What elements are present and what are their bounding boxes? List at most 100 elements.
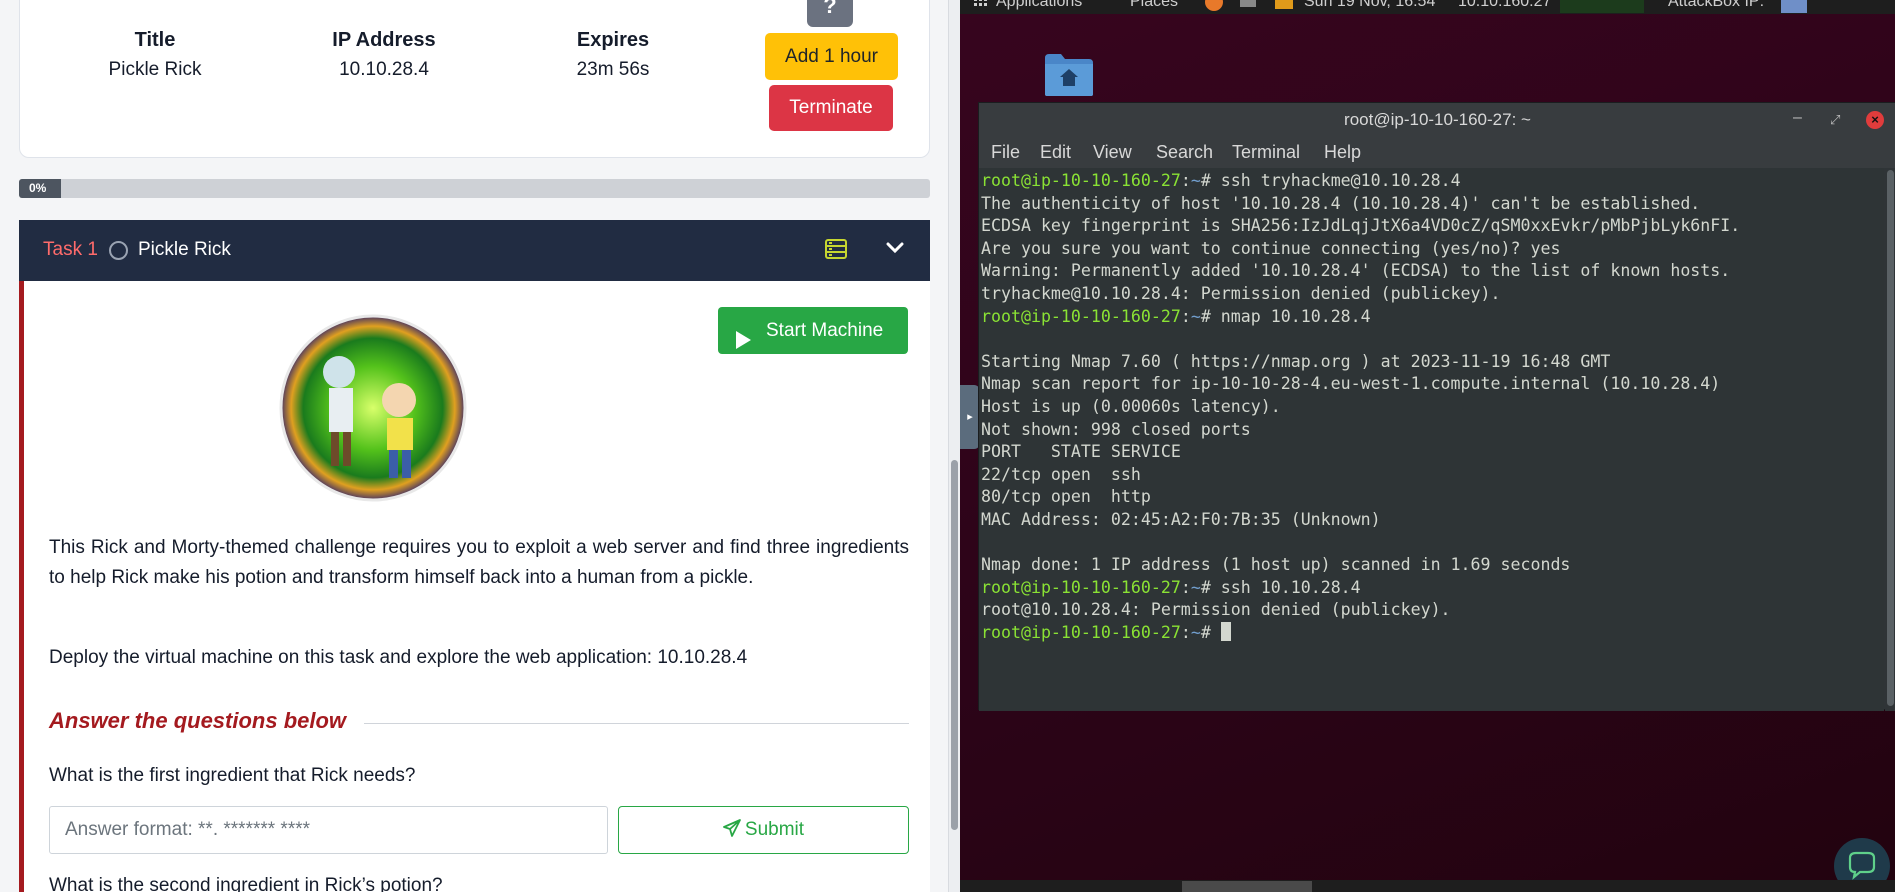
- machine-expires-col: Expires 23m 56s: [513, 29, 713, 81]
- desktop-top-panel: Applications Places Sun 19 Nov, 16:54 10…: [960, 0, 1895, 14]
- add-hour-button[interactable]: Add 1 hour: [765, 33, 898, 80]
- play-icon: [734, 321, 752, 368]
- task-number: Task 1: [43, 239, 98, 260]
- room-avatar-image: [279, 314, 467, 502]
- terminal-output-text: Warning: Permanently added '10.10.28.4' …: [981, 261, 1731, 281]
- expires-value: 23m 56s: [576, 59, 650, 80]
- menu-view[interactable]: View: [1093, 142, 1132, 163]
- terminal-line: 22/tcp open ssh: [981, 464, 1882, 487]
- terminal-line: root@ip-10-10-160-27:~# nmap 10.10.28.4: [981, 306, 1371, 326]
- menu-edit[interactable]: Edit: [1040, 142, 1071, 163]
- task-status-circle-icon: [109, 241, 128, 260]
- terminal-prompt-path: ~: [1190, 622, 1201, 642]
- menu-file[interactable]: File: [991, 142, 1020, 163]
- chevron-down-icon[interactable]: [885, 241, 905, 260]
- terminal-line: root@ip-10-10-160-27:~# ssh 10.10.28.4: [981, 577, 1361, 597]
- window-list-icon[interactable]: [1781, 0, 1807, 13]
- terminal-line: ECDSA key fingerprint is SHA256:IzJdLqjJ…: [981, 215, 1882, 238]
- help-button[interactable]: ?: [807, 0, 853, 27]
- answer-input[interactable]: [49, 806, 608, 854]
- sublime-icon[interactable]: [1275, 0, 1293, 9]
- terminal-output-text: root@10.10.28.4: Permission denied (publ…: [981, 600, 1451, 620]
- terminal-output[interactable]: root@ip-10-10-160-27:~# ssh tryhackme@10…: [979, 168, 1884, 711]
- terminal-line: root@ip-10-10-160-27:~#: [981, 621, 1882, 645]
- minimize-icon[interactable]: –: [1793, 103, 1802, 133]
- datetime: Sun 19 Nov, 16:54: [1304, 0, 1436, 10]
- start-machine-label: Start Machine: [766, 320, 884, 341]
- terminal-prompt-path: ~: [1190, 306, 1201, 326]
- machine-ip-col: IP Address 10.10.28.4: [284, 29, 484, 81]
- terminal-line: The authenticity of host '10.10.28.4 (10…: [981, 193, 1882, 216]
- terminal-line: tryhackme@10.10.28.4: Permission denied …: [981, 283, 1882, 306]
- terminate-button[interactable]: Terminate: [769, 85, 893, 131]
- applications-menu[interactable]: Applications: [996, 0, 1082, 11]
- attackbox-desktop: Applications Places Sun 19 Nov, 16:54 10…: [960, 0, 1895, 892]
- terminal-window[interactable]: root@ip-10-10-160-27: ~ – ⤢ × File Edit …: [978, 102, 1895, 711]
- answer-questions-heading: Answer the questions below: [49, 708, 347, 733]
- heading-divider: [364, 723, 909, 724]
- terminal-output-text: 22/tcp open ssh: [981, 464, 1141, 484]
- maximize-icon[interactable]: ⤢: [1830, 103, 1840, 137]
- attackbox-ip-label: AttackBox IP:: [1668, 0, 1765, 10]
- terminal-prompt-user: root@ip-10-10-160-27: [981, 171, 1181, 190]
- places-menu[interactable]: Places: [1130, 0, 1178, 11]
- terminal-line: Warning: Permanently added '10.10.28.4' …: [981, 260, 1882, 283]
- home-folder-icon[interactable]: [1043, 50, 1095, 103]
- terminal-scrollbar-thumb[interactable]: [1887, 170, 1894, 706]
- terminal-line: Not shown: 998 closed ports: [981, 419, 1882, 442]
- machine-title-col: Title Pickle Rick: [55, 29, 255, 81]
- close-icon[interactable]: ×: [1866, 111, 1884, 129]
- terminal-prompt-user: root@ip-10-10-160-27: [981, 306, 1181, 326]
- task-card: Task 1 Pickle Rick Start Machine This Ri…: [19, 220, 930, 892]
- task-title: Pickle Rick: [138, 239, 231, 260]
- terminal-scrollbar[interactable]: [1885, 168, 1895, 711]
- start-machine-button[interactable]: Start Machine: [718, 307, 908, 354]
- title-value: Pickle Rick: [108, 59, 202, 80]
- ip-value: 10.10.28.4: [339, 59, 429, 80]
- left-pane-scrollbar[interactable]: [948, 0, 960, 892]
- terminal-output-text: Not shown: 998 closed ports: [981, 419, 1251, 439]
- terminal-prompt-user: root@ip-10-10-160-27: [981, 577, 1181, 597]
- terminal-prompt-path: ~: [1190, 577, 1201, 597]
- terminal-line: Host is up (0.00060s latency).: [981, 396, 1882, 419]
- terminal-line: 80/tcp open http: [981, 486, 1882, 509]
- terminal-command: ssh 10.10.28.4: [1220, 577, 1361, 597]
- task-header[interactable]: Task 1 Pickle Rick: [19, 220, 930, 281]
- apps-grid-icon[interactable]: [974, 0, 988, 12]
- menu-search[interactable]: Search: [1156, 142, 1213, 163]
- terminal-command: ssh tryhackme@10.10.28.4: [1220, 171, 1461, 190]
- terminal-titlebar[interactable]: root@ip-10-10-160-27: ~: [979, 103, 1895, 137]
- terminal-line: Are you sure you want to continue connec…: [981, 238, 1882, 261]
- terminal-launcher-icon[interactable]: [1240, 0, 1256, 7]
- terminal-menubar: File Edit View Search Terminal Help: [979, 137, 1895, 168]
- terminal-output-text: 80/tcp open http: [981, 487, 1151, 507]
- taskbar-terminal-entry[interactable]: [1182, 881, 1312, 892]
- terminal-command: nmap 10.10.28.4: [1220, 306, 1371, 326]
- terminal-line: Nmap scan report for ip-10-10-28-4.eu-we…: [981, 373, 1882, 396]
- expires-header: Expires: [576, 29, 650, 51]
- menu-help[interactable]: Help: [1324, 142, 1361, 163]
- question-1-text: What is the first ingredient that Rick n…: [49, 765, 416, 786]
- title-header: Title: [134, 29, 176, 51]
- firefox-icon[interactable]: [1205, 0, 1223, 11]
- notes-icon[interactable]: [825, 239, 847, 264]
- guacamole-side-tab[interactable]: ▸: [960, 385, 980, 449]
- terminal-output-text: The authenticity of host '10.10.28.4 (10…: [981, 193, 1701, 213]
- tryhackme-room-pane: Title Pickle Rick IP Address 10.10.28.4 …: [0, 0, 948, 892]
- terminal-output-text: Nmap done: 1 IP address (1 host up) scan…: [981, 555, 1571, 575]
- terminal-line: PORT STATE SERVICE: [981, 441, 1882, 464]
- progress-fill: 0%: [19, 179, 61, 198]
- scrollbar-thumb[interactable]: [951, 460, 958, 830]
- terminal-line: MAC Address: 02:45:A2:F0:7B:35 (Unknown): [981, 509, 1882, 532]
- terminal-output-text: Starting Nmap 7.60 ( https://nmap.org ) …: [981, 351, 1611, 371]
- question-2-text: What is the second ingredient in Rick’s …: [49, 875, 443, 892]
- terminal-cursor: [1220, 621, 1231, 641]
- terminal-line: root@ip-10-10-160-27:~# ssh tryhackme@10…: [981, 171, 1461, 190]
- terminal-output-text: Are you sure you want to continue connec…: [981, 238, 1561, 258]
- menu-terminal[interactable]: Terminal: [1232, 142, 1300, 163]
- terminal-line: Starting Nmap 7.60 ( https://nmap.org ) …: [981, 351, 1882, 374]
- desktop-bottom-panel: [960, 880, 1895, 892]
- submit-button[interactable]: Submit: [618, 806, 909, 854]
- terminal-prompt-path: ~: [1190, 171, 1201, 190]
